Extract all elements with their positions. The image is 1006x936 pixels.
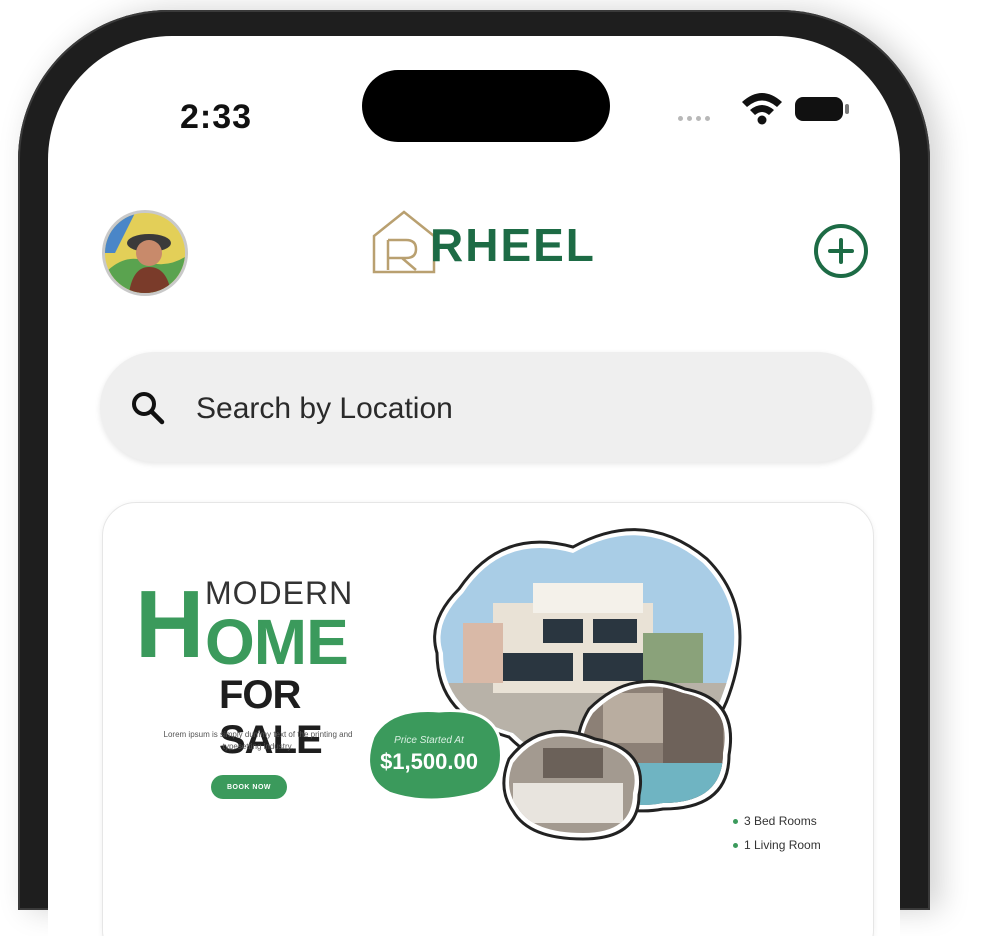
banner-headline: H MODERN OME FOR SALE: [135, 571, 395, 762]
plus-icon: [828, 238, 854, 264]
cellular-signal-icon: [678, 108, 728, 121]
phone-frame: 2:33 RHEEL Search by Location H MODERN O…: [18, 10, 930, 936]
price-caption: Price Started At: [394, 735, 464, 746]
headline-big-letter: H: [135, 571, 205, 678]
feature-label: 3 Bed Rooms: [744, 814, 817, 828]
headline-rest: OME: [205, 606, 349, 678]
dynamic-island: [362, 70, 610, 142]
search-input[interactable]: [194, 386, 838, 432]
search-bar[interactable]: [100, 352, 872, 462]
feature-item: 1 Living Room: [733, 833, 863, 857]
feature-label: 1 Living Room: [744, 838, 821, 852]
banner-description: Lorem ipsum is simply dummy text of the …: [163, 730, 353, 751]
featured-listing-banner[interactable]: H MODERN OME FOR SALE Lorem ipsum is sim…: [102, 502, 874, 936]
app-logo: RHEEL: [368, 200, 618, 280]
app-name: RHEEL: [430, 219, 596, 271]
add-button[interactable]: [814, 224, 868, 278]
search-icon: [132, 392, 165, 425]
status-icons: [668, 88, 868, 128]
wifi-icon: [742, 93, 782, 125]
price-value: $1,500.00: [380, 749, 478, 774]
battery-icon: [795, 97, 849, 121]
feature-list: 3 Bed Rooms 1 Living Room: [733, 809, 863, 857]
user-avatar[interactable]: [102, 210, 188, 296]
phone-screen: 2:33 RHEEL Search by Location H MODERN O…: [48, 36, 900, 936]
bullet-icon: [733, 819, 738, 825]
bullet-icon: [733, 843, 738, 849]
status-time: 2:33: [180, 98, 253, 136]
price-tag: Price Started At $1,500.00: [359, 697, 509, 807]
book-now-button[interactable]: BOOK NOW: [211, 775, 287, 799]
feature-item: 3 Bed Rooms: [733, 809, 863, 833]
